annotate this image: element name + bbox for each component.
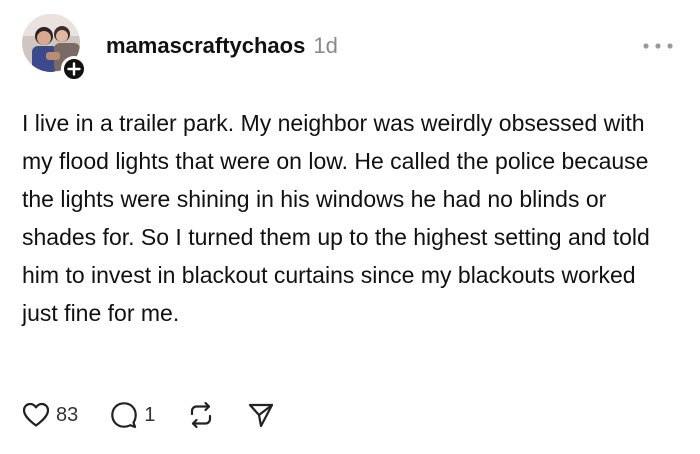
reply-button[interactable]: 1 bbox=[110, 401, 155, 429]
heart-icon bbox=[22, 402, 50, 427]
username-link[interactable]: mamascraftychaos bbox=[106, 33, 305, 59]
like-count: 83 bbox=[56, 403, 79, 426]
follow-button[interactable] bbox=[61, 56, 87, 82]
avatar-container bbox=[22, 14, 88, 82]
more-options-button[interactable] bbox=[640, 36, 676, 56]
speech-bubble-icon bbox=[111, 402, 138, 429]
reply-count: 1 bbox=[144, 403, 156, 426]
post-timestamp: 1d bbox=[313, 33, 338, 58]
post-actions: 83 1 bbox=[22, 398, 307, 432]
share-button[interactable] bbox=[247, 401, 275, 429]
send-icon bbox=[249, 403, 274, 428]
like-button[interactable]: 83 bbox=[22, 402, 78, 428]
ellipsis-icon bbox=[643, 43, 673, 49]
post-header: mamascraftychaos 1d bbox=[106, 33, 338, 59]
repost-button[interactable] bbox=[187, 401, 215, 429]
thread-post: mamascraftychaos 1d I live in a trailer … bbox=[0, 0, 700, 454]
post-body: I live in a trailer park. My neighbor wa… bbox=[22, 110, 650, 326]
plus-icon bbox=[67, 62, 81, 76]
repost-icon bbox=[191, 401, 212, 429]
